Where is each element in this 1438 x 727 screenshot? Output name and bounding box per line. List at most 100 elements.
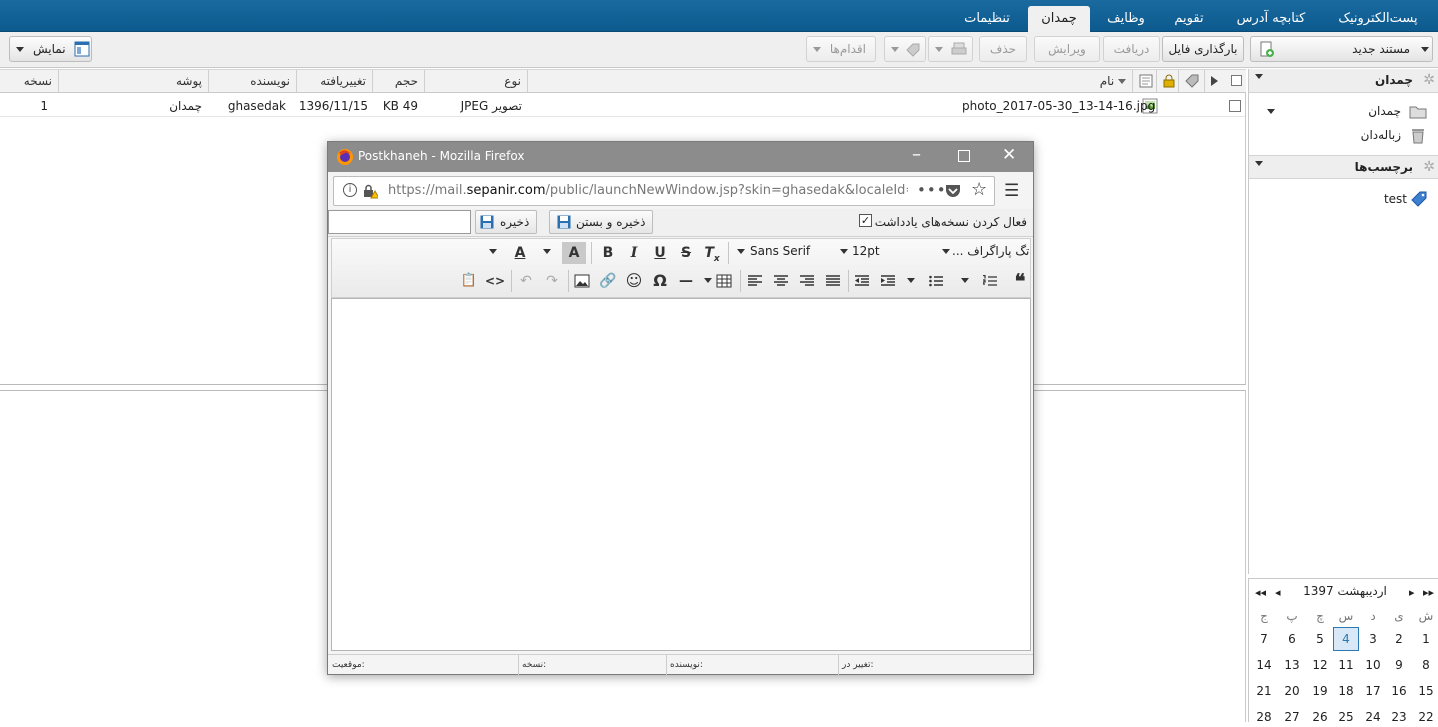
bookmark-star-icon[interactable]: ☆ [971, 179, 987, 200]
calendar-day[interactable]: 14 [1251, 655, 1277, 675]
bullet-list-icon[interactable] [924, 270, 948, 292]
numbered-list-icon[interactable] [978, 270, 1002, 292]
edit-button[interactable]: ویرایش [1034, 36, 1100, 62]
chevron-down-icon[interactable] [935, 47, 943, 52]
calendar-day[interactable]: 18 [1333, 681, 1359, 701]
save-button[interactable]: ذخیره [475, 210, 537, 234]
tag-button[interactable] [884, 36, 926, 62]
save-and-close-button[interactable]: ذخیره و بستن [549, 210, 653, 234]
undo-icon[interactable]: ↶ [514, 270, 538, 292]
calendar-day[interactable]: 7 [1251, 629, 1277, 649]
italic-icon[interactable]: I [622, 242, 646, 264]
strikethrough-icon[interactable]: S [674, 242, 698, 264]
calendar-day[interactable]: 12 [1307, 655, 1333, 675]
chevron-down-icon[interactable] [813, 47, 821, 52]
calendar-day[interactable]: 1 [1413, 629, 1438, 649]
pocket-icon[interactable] [945, 183, 961, 199]
upload-file-button[interactable]: بارگذاری فایل [1162, 36, 1244, 62]
note-column-icon[interactable] [1132, 70, 1156, 93]
tag-column-icon[interactable] [1178, 70, 1204, 93]
outdent-icon[interactable] [850, 270, 874, 292]
calendar-day[interactable]: 24 [1360, 707, 1386, 727]
paste-icon[interactable]: 📋 [457, 270, 481, 292]
calendar-day[interactable]: 22 [1413, 707, 1438, 727]
calendar-day[interactable]: 28 [1251, 707, 1277, 727]
column-version[interactable]: نسخه [0, 70, 58, 93]
maximize-icon[interactable] [958, 150, 970, 162]
font-size-select[interactable]: 12pt [852, 244, 880, 258]
calendar-day[interactable]: 4 [1333, 627, 1359, 651]
page-actions-icon[interactable]: ••• [917, 181, 947, 199]
calendar-day[interactable]: 13 [1279, 655, 1305, 675]
delete-button[interactable]: حذف [979, 36, 1027, 62]
collapse-icon[interactable] [1255, 74, 1263, 79]
lock-column-icon[interactable] [1156, 70, 1178, 93]
insert-table-icon[interactable] [712, 270, 736, 292]
clear-formatting-icon[interactable]: Tx [700, 242, 724, 264]
calendar-day[interactable]: 11 [1333, 655, 1359, 675]
hamburger-menu-icon[interactable]: ☰ [1004, 181, 1019, 201]
url-bar[interactable]: i https://mail.sepanir.com/public/launch… [333, 176, 995, 206]
calendar-day[interactable]: 19 [1307, 681, 1333, 701]
tab-address-book[interactable]: کتابچه آدرس [1226, 6, 1316, 32]
calendar-month-title[interactable]: اردیبهشت 1397 [1293, 584, 1397, 598]
sidebar-item-briefcase[interactable]: چمدان [1249, 101, 1438, 123]
chevron-down-icon[interactable] [16, 47, 24, 52]
paragraph-format-select[interactable]: ... تگ پاراگراف [952, 244, 1030, 258]
calendar-day[interactable]: 6 [1279, 629, 1305, 649]
chevron-down-icon[interactable] [1421, 47, 1429, 52]
minimize-icon[interactable]: – [912, 144, 921, 165]
editor-content-area[interactable] [331, 298, 1031, 651]
column-type[interactable]: نوع [424, 70, 527, 93]
tab-settings[interactable]: تنظیمات [956, 6, 1018, 32]
calendar-day[interactable]: 25 [1333, 707, 1359, 727]
calendar-day[interactable]: 2 [1386, 629, 1412, 649]
chevron-down-icon[interactable] [1267, 109, 1275, 114]
note-name-input[interactable] [328, 210, 471, 234]
justify-icon[interactable] [821, 270, 845, 292]
horizontal-line-icon[interactable]: — [674, 270, 698, 292]
source-code-icon[interactable]: <> [483, 270, 507, 292]
table-dropdown[interactable] [704, 278, 712, 283]
column-name[interactable]: نام [527, 70, 1132, 93]
new-document-button[interactable]: مستند جدید [1250, 36, 1433, 62]
calendar-day[interactable]: 5 [1307, 629, 1333, 649]
tab-calendar[interactable]: تقویم [1166, 6, 1212, 32]
calendar-day[interactable]: 23 [1386, 707, 1412, 727]
calendar-day[interactable]: 15 [1413, 681, 1438, 701]
row-checkbox[interactable] [1229, 100, 1241, 112]
view-button[interactable]: نمایش [9, 36, 92, 62]
insert-link-icon[interactable]: 🔗 [596, 270, 620, 292]
font-family-select[interactable]: Sans Serif [750, 244, 810, 258]
underline-icon[interactable]: U [648, 242, 672, 264]
paragraph-dropdown[interactable] [942, 249, 950, 254]
chevron-down-icon[interactable] [891, 47, 899, 52]
receive-button[interactable]: دریافت [1103, 36, 1160, 62]
tab-mail[interactable]: پست‌الکترونیک [1328, 6, 1428, 32]
next-year-button[interactable]: ▸▸ [1423, 586, 1434, 599]
column-folder[interactable]: پوشه [58, 70, 208, 93]
insert-image-icon[interactable] [570, 270, 594, 292]
collapse-icon[interactable] [1255, 161, 1263, 166]
bold-icon[interactable]: B [596, 242, 620, 264]
expand-column[interactable] [1204, 70, 1228, 93]
column-modified[interactable]: تغییریافته [296, 70, 372, 93]
calendar-day[interactable]: 16 [1386, 681, 1412, 701]
calendar-day[interactable]: 27 [1279, 707, 1305, 727]
select-all-checkbox[interactable] [1228, 70, 1246, 93]
align-left-icon[interactable] [743, 270, 767, 292]
text-color-dropdown[interactable] [489, 249, 497, 254]
calendar-day[interactable]: 9 [1386, 655, 1412, 675]
emoticon-icon[interactable]: ☺ [622, 270, 646, 292]
bg-color-dropdown[interactable] [543, 249, 551, 254]
calendar-day[interactable]: 20 [1279, 681, 1305, 701]
calendar-day[interactable]: 21 [1251, 681, 1277, 701]
print-button[interactable] [928, 36, 973, 62]
blockquote-icon[interactable]: ❝ [1008, 270, 1032, 292]
calendar-day[interactable]: 17 [1360, 681, 1386, 701]
column-author[interactable]: نویسنده [208, 70, 296, 93]
prev-year-button[interactable]: ◂◂ [1255, 586, 1266, 599]
info-icon[interactable]: i [343, 183, 357, 197]
tags-section-header[interactable]: برچسب‌ها ✲ [1249, 155, 1438, 179]
prev-month-button[interactable]: ◂ [1275, 586, 1281, 599]
